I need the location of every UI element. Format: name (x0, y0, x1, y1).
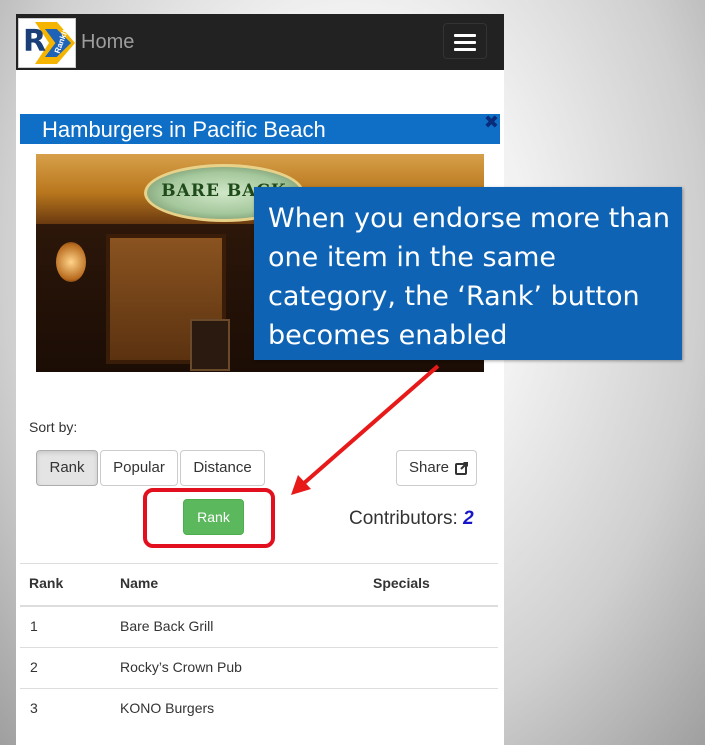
row-name[interactable]: KONO Burgers (120, 700, 214, 716)
contributors-text: Contributors: 2 (349, 508, 474, 530)
hamburger-menu-icon (454, 41, 476, 44)
photo-chalkboard (190, 319, 230, 371)
rank-highlight-box (143, 488, 275, 548)
contributors-label: Contributors: (349, 508, 458, 529)
contributors-count: 2 (463, 508, 474, 529)
sort-rank-button[interactable]: Rank (36, 450, 98, 486)
row-rank: 2 (30, 659, 38, 675)
tutorial-callout: When you endorse more than one item in t… (254, 187, 682, 360)
sort-distance-button[interactable]: Distance (180, 450, 265, 486)
share-external-icon (455, 462, 468, 475)
callout-text: When you endorse more than one item in t… (268, 203, 670, 351)
logo-letter: R (23, 24, 47, 59)
share-button[interactable]: Share (396, 450, 477, 486)
category-title: Hamburgers in Pacific Beach (42, 117, 326, 142)
photo-lamp (56, 242, 86, 282)
column-header-rank: Rank (29, 575, 64, 591)
table-row[interactable]: 3 KONO Burgers (20, 689, 498, 729)
table-header: Rank Name Specials (20, 563, 498, 607)
ranking-table: Rank Name Specials 1 Bare Back Grill 2 R… (20, 563, 498, 729)
row-rank: 3 (30, 700, 38, 716)
row-name[interactable]: Bare Back Grill (120, 618, 213, 634)
navbar: R RankIt Home (16, 14, 504, 70)
app-logo[interactable]: R RankIt (18, 18, 76, 68)
close-icon[interactable]: ✖ (484, 114, 499, 132)
sort-popular-button[interactable]: Popular (100, 450, 178, 486)
share-label: Share (409, 459, 450, 476)
table-row[interactable]: 1 Bare Back Grill (20, 607, 498, 648)
row-name[interactable]: Rocky’s Crown Pub (120, 659, 242, 675)
sort-label: Sort by: (29, 419, 78, 435)
app-screen: R RankIt Home Hamburgers in Pacific Beac… (16, 14, 504, 745)
table-row[interactable]: 2 Rocky’s Crown Pub (20, 648, 498, 689)
hamburger-menu-button[interactable] (443, 23, 487, 59)
row-rank: 1 (30, 618, 38, 634)
column-header-specials: Specials (373, 575, 430, 591)
category-header: Hamburgers in Pacific Beach ✖ (20, 114, 500, 144)
hamburger-menu-icon (454, 48, 476, 51)
home-link[interactable]: Home (81, 31, 134, 54)
column-header-name: Name (120, 575, 159, 591)
hamburger-menu-icon (454, 34, 476, 37)
